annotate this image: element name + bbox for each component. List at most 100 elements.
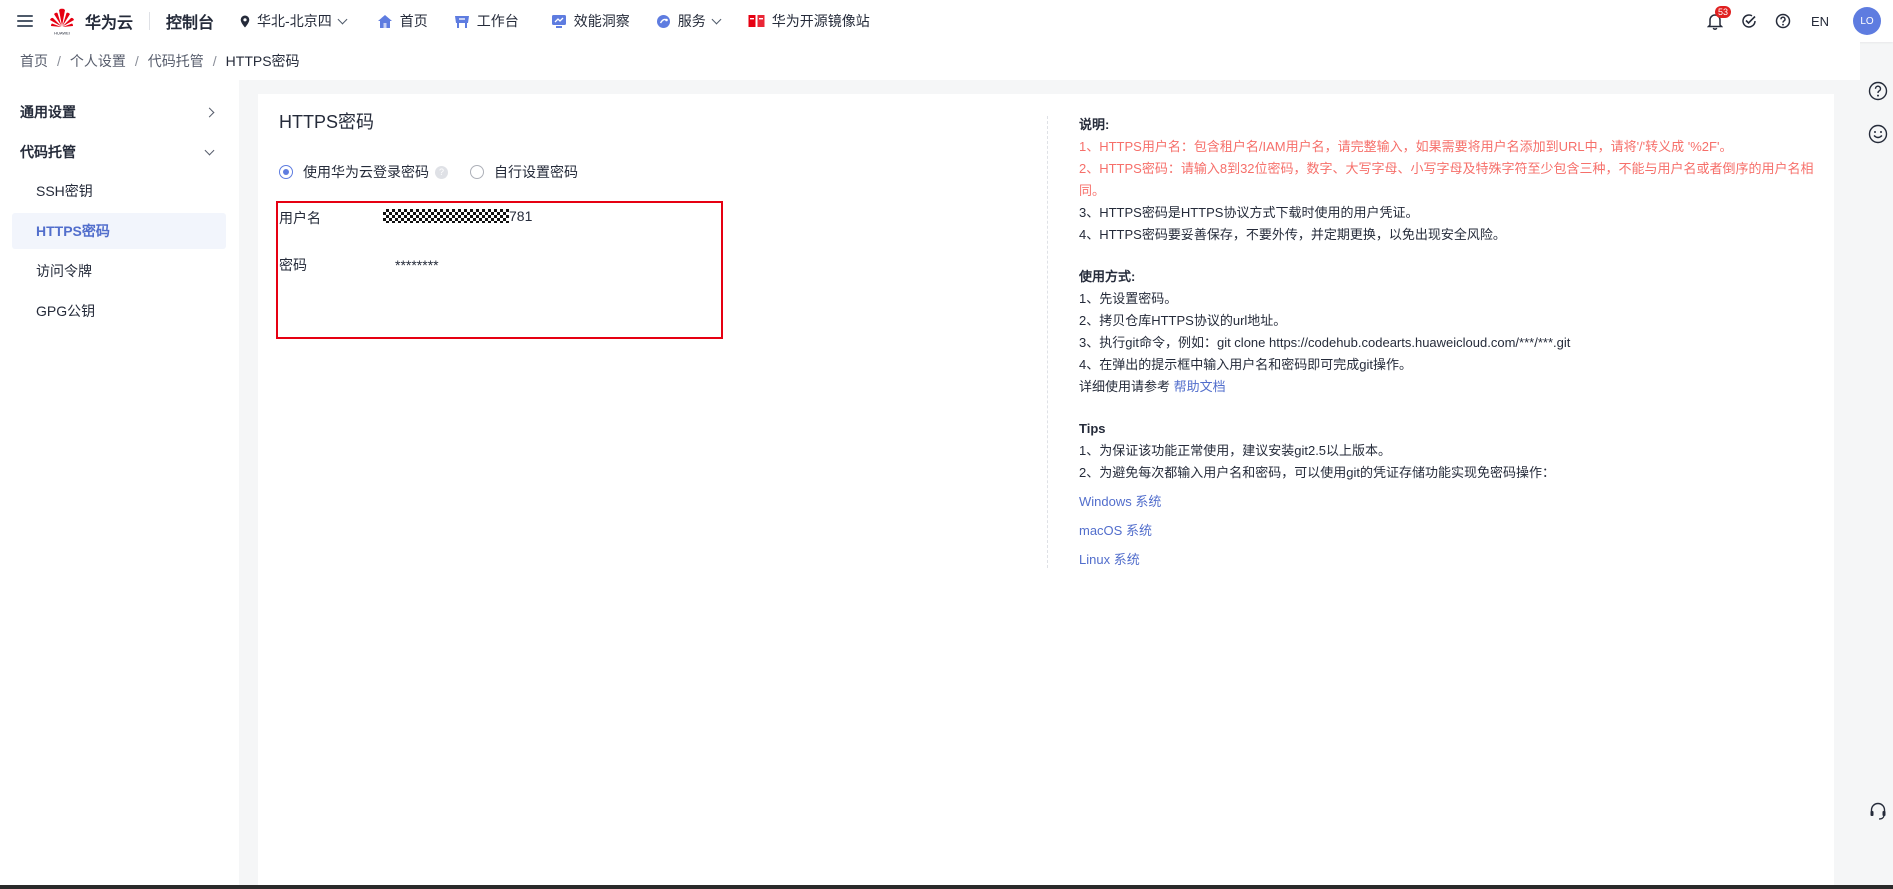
feedback-smiley-icon[interactable] <box>1868 124 1888 144</box>
radio-label: 使用华为云登录密码 <box>303 164 429 180</box>
breadcrumb-code-hosting[interactable]: 代码托管 <box>148 51 204 71</box>
windows-guide-link[interactable]: Windows 系统 <box>1079 491 1161 513</box>
svg-text:HUAWEI: HUAWEI <box>54 31 70 36</box>
username-value: 781 <box>383 208 532 224</box>
sidebar-group-label: 代码托管 <box>20 144 76 160</box>
huawei-logo-icon: HUAWEI <box>49 6 75 36</box>
nav-home-label: 首页 <box>399 13 428 29</box>
radio-checked-icon <box>279 165 293 179</box>
tips-line: 2、为避免每次都输入用户名和密码，可以使用git的凭证存储功能实现免密码操作： <box>1079 465 1555 480</box>
username-suffix: 781 <box>509 208 533 224</box>
sidebar-item-label: HTTPS密码 <box>36 223 110 239</box>
tips-title: Tips <box>1079 421 1106 436</box>
chevron-down-icon <box>337 14 348 24</box>
divider <box>149 12 151 30</box>
floating-help-icon[interactable] <box>1868 81 1888 101</box>
nav-services-label: 服务 <box>677 13 706 29</box>
notification-button[interactable]: 53 <box>1706 5 1731 30</box>
todo-button[interactable] <box>1741 13 1757 29</box>
chevron-right-icon <box>204 107 215 117</box>
sidebar-item-ssh-key[interactable]: SSH密钥 <box>12 173 226 209</box>
location-pin-icon <box>240 15 250 28</box>
sidebar-item-access-token[interactable]: 访问令牌 <box>12 253 226 289</box>
region-label: 华北-北京四 <box>257 13 332 29</box>
sidebar-item-label: GPG公钥 <box>36 303 96 319</box>
chevron-down-icon <box>711 14 722 24</box>
breadcrumb-home[interactable]: 首页 <box>20 51 48 71</box>
menu-icon[interactable] <box>17 15 33 27</box>
nav-services[interactable]: 服务 <box>656 11 722 31</box>
check-circle-icon <box>1741 13 1757 29</box>
macos-guide-link[interactable]: macOS 系统 <box>1079 520 1152 542</box>
mirror-icon <box>748 14 765 28</box>
service-icon <box>656 14 671 29</box>
breadcrumb: 首页 / 个人设置 / 代码托管 / HTTPS密码 <box>0 42 1860 80</box>
description-line: 4、HTTPS密码要妥善保存，不要外传，并定期更换，以免出现安全风险。 <box>1079 227 1506 242</box>
username-label: 用户名 <box>279 210 321 226</box>
breadcrumb-current: HTTPS密码 <box>225 53 300 69</box>
help-button[interactable] <box>1775 13 1791 29</box>
sidebar-item-gpg-key[interactable]: GPG公钥 <box>12 293 226 329</box>
nav-home[interactable]: 首页 <box>377 11 428 31</box>
settings-sidebar: 通用设置 代码托管 SSH密钥 HTTPS密码 访问令牌 GPG公钥 <box>0 80 239 889</box>
help-hint-icon[interactable]: ? <box>435 165 448 179</box>
sidebar-item-label: SSH密钥 <box>36 183 93 199</box>
main-panel: HTTPS密码 使用华为云登录密码 ? 自行设置密码 用户名 781 密码 **… <box>258 94 1834 889</box>
usage-detail: 详细使用请参考 帮助文档 <box>1079 376 1819 398</box>
usage-line: 4、在弹出的提示框中输入用户名和密码即可完成git操作。 <box>1079 357 1412 372</box>
description-line: 3、HTTPS密码是HTTPS协议方式下载时使用的用户凭证。 <box>1079 205 1419 220</box>
radio-label: 自行设置密码 <box>494 164 578 180</box>
page-title: HTTPS密码 <box>279 112 375 132</box>
radio-unchecked-icon <box>470 165 484 179</box>
top-bar: HUAWEI 华为云 控制台 华北-北京四 首页 工作台 效能洞察 服务 华为开… <box>0 0 1893 42</box>
brand-logo[interactable]: HUAWEI 华为云 <box>49 6 133 36</box>
password-label: 密码 <box>279 257 307 273</box>
top-right-tools: 53 EN LO <box>1689 0 1881 42</box>
description-title: 说明: <box>1079 117 1110 132</box>
user-avatar[interactable]: LO <box>1853 7 1881 35</box>
sidebar-group-label: 通用设置 <box>20 104 76 120</box>
password-value: ******** <box>395 257 439 273</box>
usage-line: 1、先设置密码。 <box>1079 291 1178 306</box>
sidebar-group-general-settings[interactable]: 通用设置 <box>0 92 239 132</box>
password-mode-radio-group: 使用华为云登录密码 ? 自行设置密码 <box>279 162 578 182</box>
insight-icon <box>551 14 567 29</box>
brand-name: 华为云 <box>85 15 134 32</box>
nav-workbench-label: 工作台 <box>476 13 519 29</box>
linux-guide-link[interactable]: Linux 系统 <box>1079 549 1140 571</box>
chevron-down-icon <box>204 145 215 155</box>
breadcrumb-personal-settings[interactable]: 个人设置 <box>70 51 126 71</box>
nav-insight-label: 效能洞察 <box>573 13 630 29</box>
description-line: 1、HTTPS用户名：包含租户名/IAM用户名，请完整输入，如果需要将用户名添加… <box>1079 139 1733 154</box>
radio-custom-password[interactable]: 自行设置密码 <box>470 162 578 182</box>
sidebar-item-https-password[interactable]: HTTPS密码 <box>12 213 226 249</box>
usage-line: 3、执行git命令，例如：git clone https://codehub.c… <box>1079 335 1571 350</box>
customer-service-headset-icon[interactable] <box>1868 801 1888 821</box>
nav-mirror-label: 华为开源镜像站 <box>771 13 870 29</box>
radio-use-login-password[interactable]: 使用华为云登录密码 ? <box>279 162 448 182</box>
bottom-edge <box>0 885 1893 889</box>
breadcrumb-separator: / <box>57 53 61 69</box>
usage-line: 2、拷贝仓库HTTPS协议的url地址。 <box>1079 313 1287 328</box>
region-selector[interactable]: 华北-北京四 <box>240 11 348 31</box>
usage-detail-prefix: 详细使用请参考 <box>1079 379 1171 394</box>
breadcrumb-separator: / <box>134 53 139 69</box>
notification-count-badge: 53 <box>1714 5 1731 18</box>
nav-open-source-mirror[interactable]: 华为开源镜像站 <box>748 11 870 31</box>
language-switch[interactable]: EN <box>1811 14 1829 29</box>
dashed-divider <box>1047 116 1048 568</box>
redacted-username-mask <box>383 209 509 223</box>
sidebar-group-code-hosting[interactable]: 代码托管 <box>0 132 239 172</box>
home-icon <box>377 14 393 29</box>
nav-insight[interactable]: 效能洞察 <box>551 11 630 31</box>
workbench-icon <box>454 14 470 29</box>
sidebar-item-label: 访问令牌 <box>36 263 92 279</box>
breadcrumb-separator: / <box>212 53 217 69</box>
nav-workbench[interactable]: 工作台 <box>454 11 519 31</box>
console-title[interactable]: 控制台 <box>166 9 214 33</box>
usage-title: 使用方式: <box>1079 269 1136 284</box>
instructions-panel: 说明: 1、HTTPS用户名：包含租户名/IAM用户名，请完整输入，如果需要将用… <box>1079 114 1819 571</box>
description-line: 2、HTTPS密码：请输入8到32位密码，数字、大写字母、小写字母及特殊字符至少… <box>1079 161 1814 198</box>
tips-line: 1、为保证该功能正常使用，建议安装git2.5以上版本。 <box>1079 443 1392 458</box>
help-doc-link[interactable]: 帮助文档 <box>1174 379 1226 394</box>
